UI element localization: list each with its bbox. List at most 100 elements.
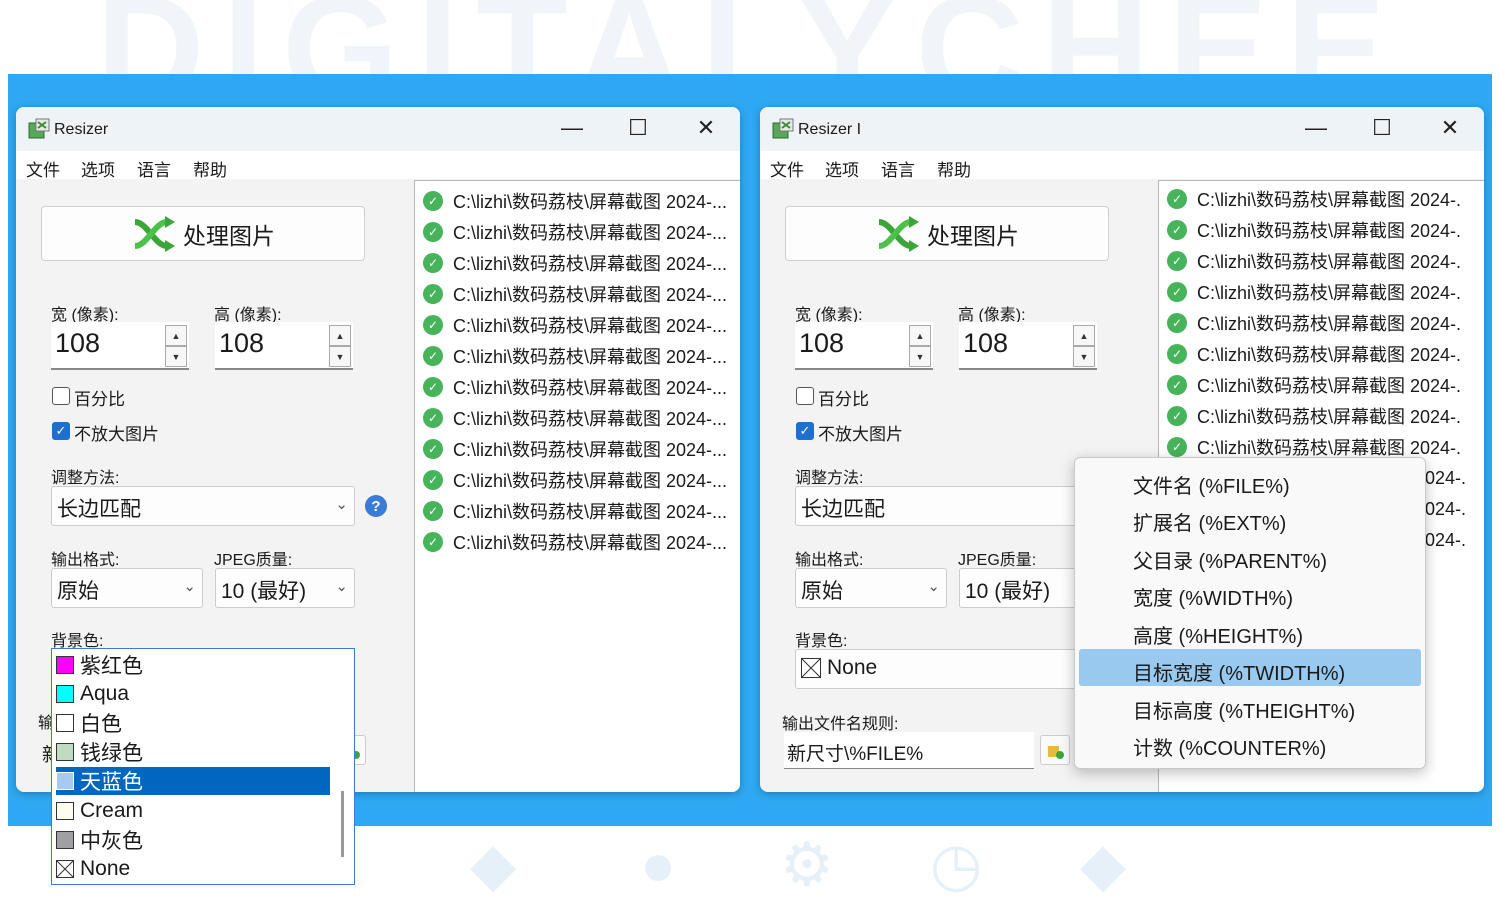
color-option-sky-blue[interactable]: 天蓝色 [56,767,330,795]
color-option-magenta[interactable]: 紫红色 [56,651,330,679]
background-color-dropdown[interactable]: 紫红色 Aqua 白色 钱绿色 天蓝色 Cream 中灰色 None [51,648,355,885]
menu-language[interactable]: 语言 [137,156,171,181]
list-item[interactable]: ✓ C:\lizhi\数码荔枝\屏幕截图 2024-. [1167,216,1461,244]
chevron-down-icon: ⌄ [335,496,348,513]
minimize-button[interactable]: — [550,113,594,143]
list-item[interactable]: ✓ C:\lizhi\数码荔枝\屏幕截图 2024-. [1167,309,1461,337]
menu-file[interactable]: 文件 [26,156,60,181]
format-select[interactable]: 原始 ⌄ [795,568,947,608]
percent-checkbox[interactable] [52,387,70,405]
add-token-button[interactable] [1040,735,1070,765]
spin-down-icon[interactable]: ▼ [329,346,351,367]
background-color-select[interactable]: None [795,649,1099,689]
maximize-button[interactable]: ☐ [1360,113,1404,143]
list-item[interactable]: ✓ C:\lizhi\数码荔枝\屏幕截图 2024-... [423,280,727,308]
app-icon [28,118,50,139]
menu-item-counter[interactable]: 计数 (%COUNTER%) [1079,724,1421,761]
chevron-down-icon: ⌄ [183,578,196,595]
color-option-cream[interactable]: Cream [56,797,330,825]
method-select[interactable]: 长边匹配 [795,486,1099,526]
menu-file[interactable]: 文件 [770,156,804,181]
width-input[interactable]: 108 ▲ ▼ [51,322,189,370]
spin-down-icon[interactable]: ▼ [909,346,931,367]
color-option-white[interactable]: 白色 [56,709,330,737]
list-item[interactable]: ✓ C:\lizhi\数码荔枝\屏幕截图 2024-... [423,187,727,215]
menu-item-width[interactable]: 宽度 (%WIDTH%) [1079,574,1421,611]
help-icon[interactable]: ? [365,495,387,517]
none-swatch-icon [801,658,821,678]
width-input[interactable]: 108 ▲ ▼ [795,322,933,370]
list-item[interactable]: ✓ C:\lizhi\数码荔枝\屏幕截图 2024-... [423,311,727,339]
color-option-money-green[interactable]: 钱绿色 [56,738,330,766]
jpeg-quality-value: 10 (最好) [221,580,307,603]
list-item[interactable]: ✓ C:\lizhi\数码荔枝\屏幕截图 2024-... [423,466,727,494]
list-item[interactable]: ✓ C:\lizhi\数码荔枝\屏幕截图 2024-... [423,435,727,463]
spin-up-icon[interactable]: ▲ [1073,325,1095,346]
menu-help[interactable]: 帮助 [937,156,971,181]
list-item[interactable]: ✓ C:\lizhi\数码荔枝\屏幕截图 2024-... [423,528,727,556]
list-item[interactable]: ✓ C:\lizhi\数码荔枝\屏幕截图 2024-. [1167,340,1461,368]
file-list[interactable]: ✓ C:\lizhi\数码荔枝\屏幕截图 2024-... ✓ C:\lizhi\数… [414,180,740,792]
menu-item-parent[interactable]: 父目录 (%PARENT%) [1079,537,1421,574]
close-button[interactable]: ✕ [684,113,728,143]
method-select[interactable]: 长边匹配 ⌄ [51,486,355,526]
menu-item-file[interactable]: 文件名 (%FILE%) [1079,462,1421,499]
list-item[interactable]: ✓ C:\lizhi\数码荔枝\屏幕截图 2024-... [423,342,727,370]
menu-language[interactable]: 语言 [881,156,915,181]
filename-token-menu[interactable]: 文件名 (%FILE%) 扩展名 (%EXT%) 父目录 (%PARENT%) … [1074,457,1426,769]
decor-gear-icon: ⚙ [780,831,834,898]
jpeg-quality-select[interactable]: 10 (最好) ⌄ [215,568,355,608]
menu-help[interactable]: 帮助 [193,156,227,181]
menu-item-target-width[interactable]: 目标宽度 (%TWIDTH%) [1079,649,1421,686]
process-images-button[interactable]: 处理图片 [41,206,365,261]
list-item[interactable]: ✓ C:\lizhi\数码荔枝\屏幕截图 2024-. [1167,185,1461,213]
spin-up-icon[interactable]: ▲ [329,325,351,346]
list-item[interactable]: ✓ C:\lizhi\数码荔枝\屏幕截图 2024-... [423,497,727,525]
color-option-medium-gray[interactable]: 中灰色 [56,826,330,854]
close-button[interactable]: ✕ [1428,113,1472,143]
check-circle-icon: ✓ [423,439,443,459]
spin-up-icon[interactable]: ▲ [165,325,187,346]
menu-options[interactable]: 选项 [825,156,859,181]
no-enlarge-checkbox[interactable]: ✓ [796,422,814,440]
menu-item-target-height[interactable]: 目标高度 (%THEIGHT%) [1079,687,1421,724]
format-value: 原始 [801,580,843,603]
list-item[interactable]: ✓ C:\lizhi\数码荔枝\屏幕截图 2024-. [1167,278,1461,306]
check-circle-icon: ✓ [1167,313,1187,333]
menu-item-height[interactable]: 高度 (%HEIGHT%) [1079,612,1421,649]
color-option-aqua[interactable]: Aqua [56,680,330,708]
menu-bar: 文件 选项 语言 帮助 [16,151,740,181]
color-option-none[interactable]: None [56,855,330,883]
title-bar: Resizer — ☐ ✕ [16,107,740,151]
height-input[interactable]: 108 ▲ ▼ [959,322,1097,370]
percent-checkbox[interactable] [796,387,814,405]
menu-item-ext[interactable]: 扩展名 (%EXT%) [1079,499,1421,536]
maximize-button[interactable]: ☐ [616,113,660,143]
height-input[interactable]: 108 ▲ ▼ [215,322,353,370]
list-item[interactable]: ✓ C:\lizhi\数码荔枝\屏幕截图 2024-. [1167,247,1461,275]
no-enlarge-checkbox[interactable]: ✓ [52,422,70,440]
spin-up-icon[interactable]: ▲ [909,325,931,346]
minimize-button[interactable]: — [1294,113,1338,143]
color-swatch [56,656,74,674]
spin-down-icon[interactable]: ▼ [165,346,187,367]
app-icon [772,118,794,139]
list-item[interactable]: ✓ C:\lizhi\数码荔枝\屏幕截图 2024-... [423,218,727,246]
list-item[interactable]: ✓ C:\lizhi\数码荔枝\屏幕截图 2024-. [1167,371,1461,399]
list-item[interactable]: ✓ C:\lizhi\数码荔枝\屏幕截图 2024-. [1167,402,1461,430]
spin-down-icon[interactable]: ▼ [1073,346,1095,367]
format-select[interactable]: 原始 ⌄ [51,568,203,608]
height-value: 108 [219,328,265,358]
list-item[interactable]: ✓ C:\lizhi\数码荔枝\屏幕截图 2024-... [423,404,727,432]
process-images-button[interactable]: 处理图片 [785,206,1109,261]
decor-shape: ◆ [1080,831,1127,898]
list-item[interactable]: ✓ C:\lizhi\数码荔枝\屏幕截图 2024-... [423,373,727,401]
menu-options[interactable]: 选项 [81,156,115,181]
filename-rule-input[interactable]: 新尺寸\%FILE% [784,732,1034,769]
check-circle-icon: ✓ [423,284,443,304]
scrollbar-thumb[interactable] [341,791,344,857]
shuffle-icon [134,215,175,252]
method-label: 调整方法: [51,470,120,487]
format-value: 原始 [57,580,99,603]
list-item[interactable]: ✓ C:\lizhi\数码荔枝\屏幕截图 2024-... [423,249,727,277]
